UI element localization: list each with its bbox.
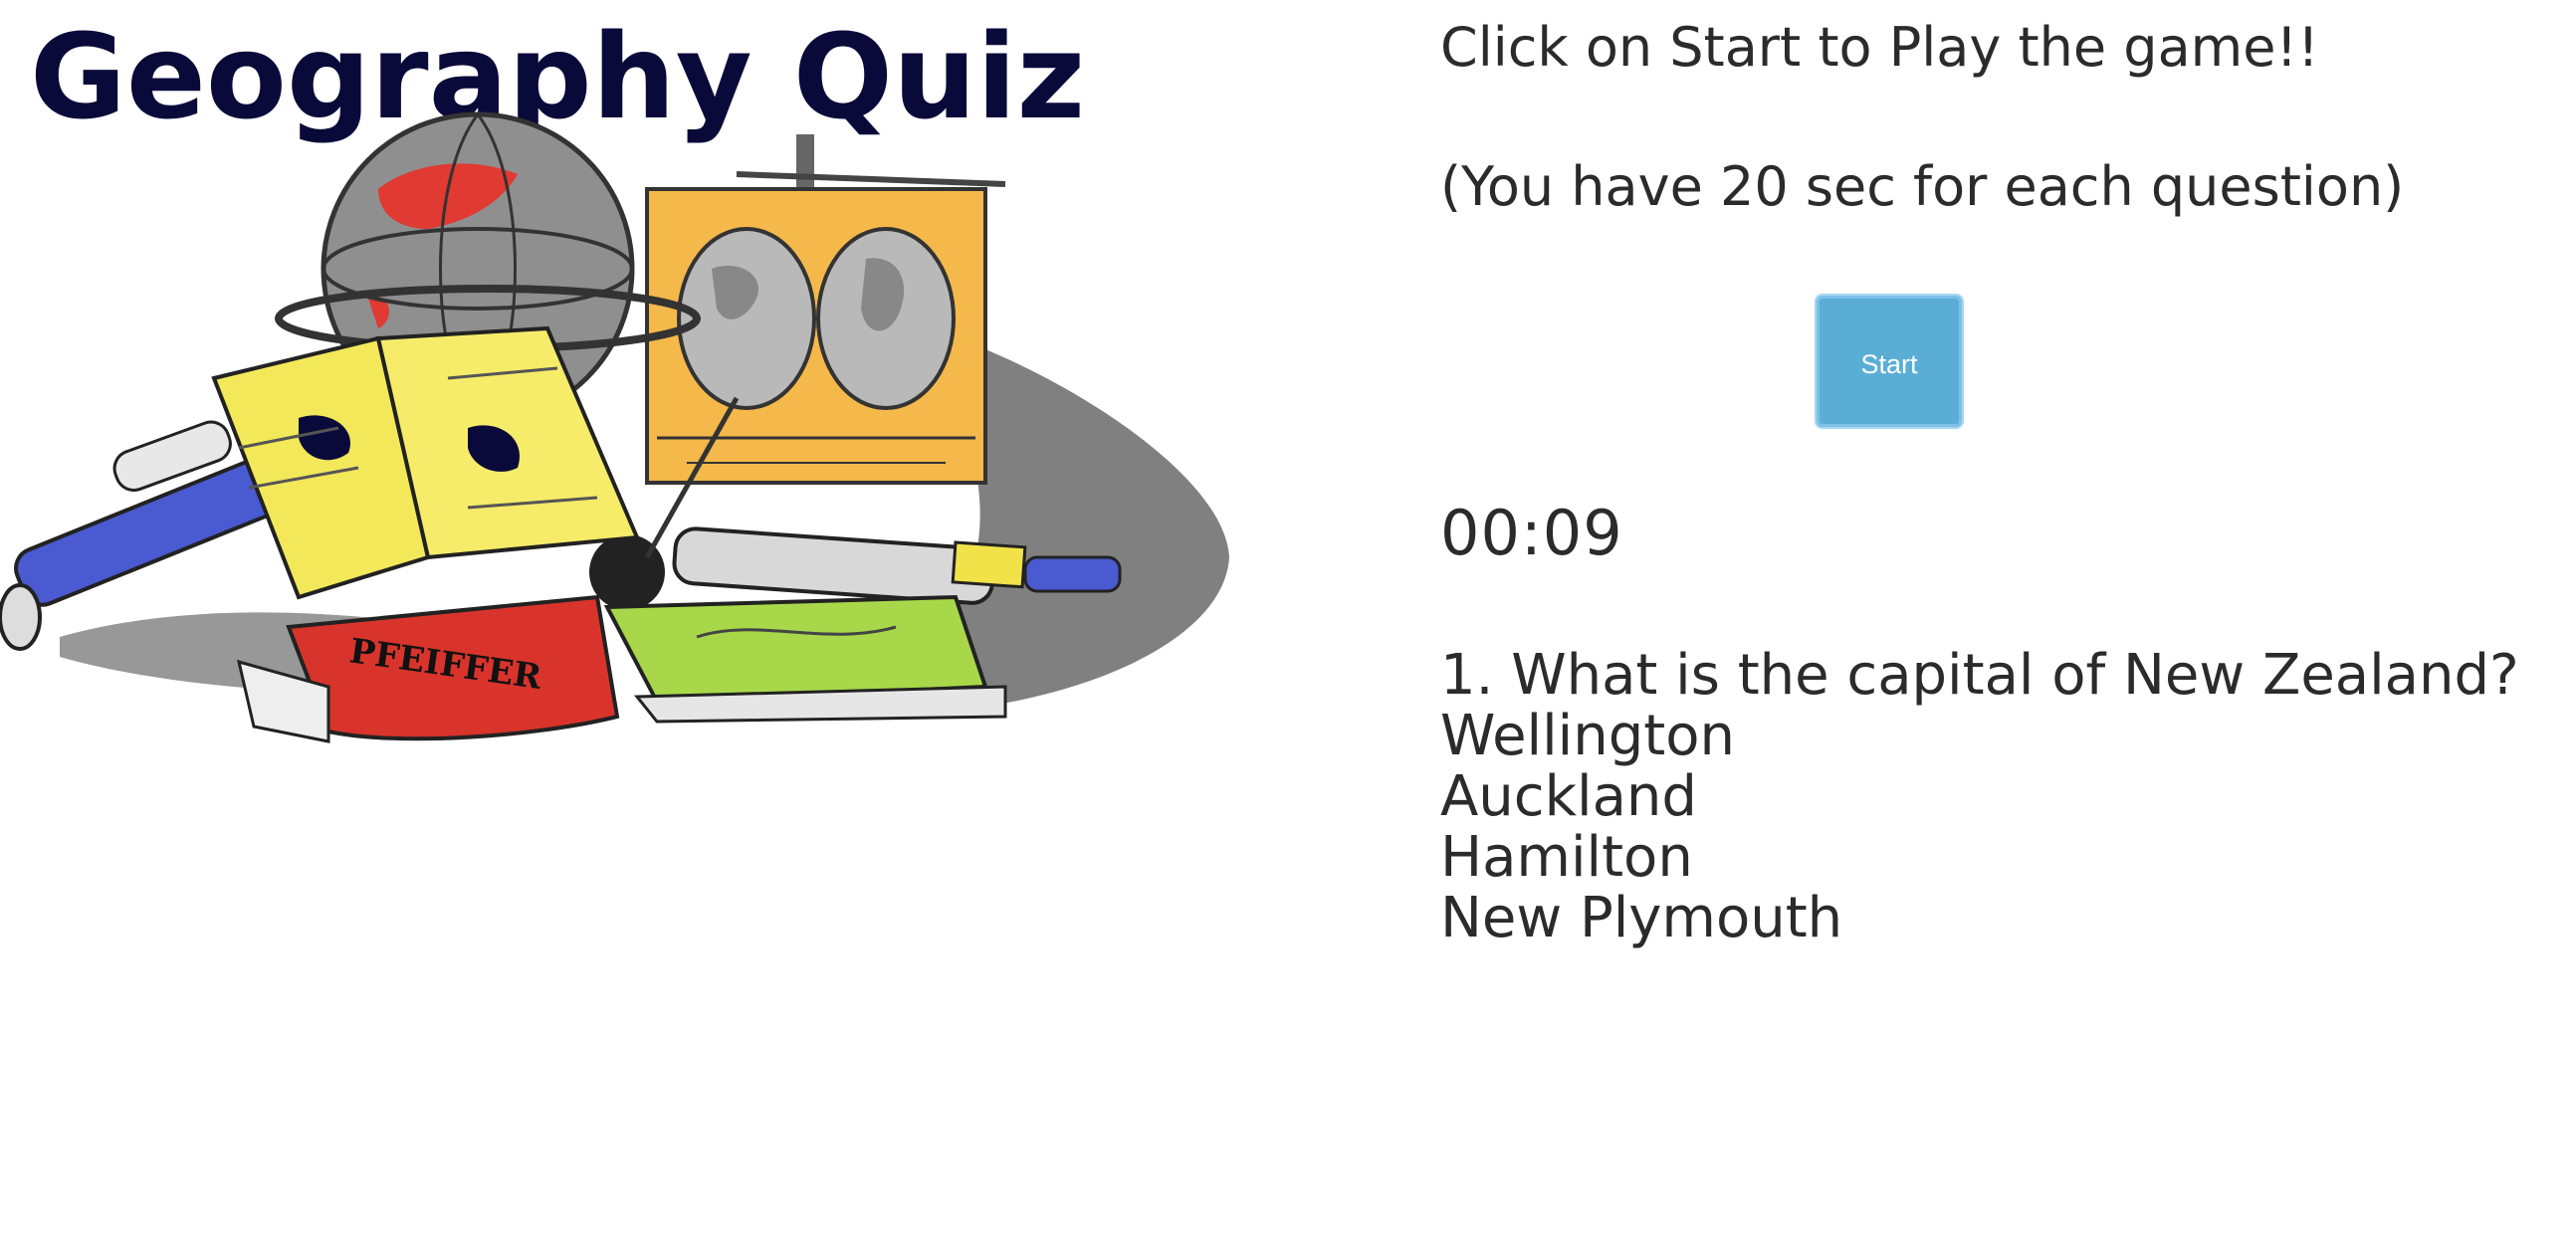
quiz-page: Geography Quiz PFEIFFER Click on Start t… [0, 0, 2576, 1252]
start-button[interactable]: Start [1817, 296, 1962, 427]
banner-title: Geography Quiz [30, 8, 1085, 145]
question-block: 1. What is the capital of New Zealand? W… [1440, 645, 2519, 948]
map-poster [645, 134, 1006, 485]
answer-option-new-plymouth[interactable]: New Plymouth [1440, 888, 2519, 948]
geography-banner-image: Geography Quiz PFEIFFER [0, 0, 1244, 766]
question-text: 1. What is the capital of New Zealand? [1440, 643, 2519, 708]
answer-option-auckland[interactable]: Auckland [1440, 766, 2519, 827]
green-map [603, 594, 1007, 724]
time-limit-note: (You have 20 sec for each question) [1440, 155, 2405, 218]
instructions-text: Click on Start to Play the game!! [1440, 16, 2319, 79]
answer-option-hamilton[interactable]: Hamilton [1440, 827, 2519, 888]
countdown-timer: 00:09 [1440, 497, 1623, 569]
answer-option-wellington[interactable]: Wellington [1440, 706, 2519, 766]
